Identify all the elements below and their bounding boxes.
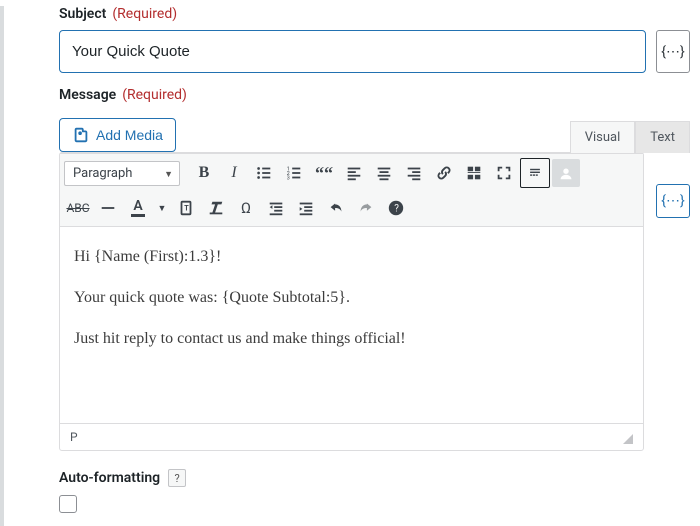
- subject-required: (Required): [112, 6, 177, 22]
- numbered-list-button[interactable]: 123: [280, 159, 308, 187]
- merge-tag-icon: {⋯}: [661, 193, 684, 209]
- rich-text-editor: Paragraph▼ B I 123 ““: [59, 152, 644, 451]
- autoformat-label: Auto-formatting: [59, 470, 160, 486]
- chevron-down-icon: ▼: [164, 169, 173, 180]
- message-paragraph: Your quick quote was: {Quote Subtotal:5}…: [74, 286, 629, 311]
- add-media-button[interactable]: Add Media: [59, 118, 176, 152]
- distraction-free-button[interactable]: [552, 159, 580, 187]
- undo-button[interactable]: [322, 194, 350, 222]
- resize-handle-icon[interactable]: [623, 434, 633, 444]
- tab-visual[interactable]: Visual: [570, 121, 636, 153]
- blockquote-button[interactable]: ““: [310, 159, 338, 187]
- merge-tag-icon: {⋯}: [661, 44, 684, 60]
- toolbar-toggle-button[interactable]: [520, 158, 550, 188]
- read-more-button[interactable]: [460, 159, 488, 187]
- tab-text[interactable]: Text: [635, 121, 690, 153]
- svg-text:3: 3: [287, 175, 290, 181]
- redo-button[interactable]: [352, 194, 380, 222]
- align-left-button[interactable]: [340, 159, 368, 187]
- text-color-button[interactable]: A: [124, 194, 152, 222]
- align-right-button[interactable]: [400, 159, 428, 187]
- message-label: Message (Required): [59, 87, 690, 103]
- paste-text-button[interactable]: T: [172, 194, 200, 222]
- autoformat-checkbox[interactable]: [59, 495, 77, 513]
- italic-button[interactable]: I: [220, 159, 248, 187]
- horizontal-rule-button[interactable]: [94, 194, 122, 222]
- outdent-button[interactable]: [262, 194, 290, 222]
- format-select[interactable]: Paragraph▼: [64, 161, 180, 186]
- element-path[interactable]: P: [70, 430, 78, 444]
- bold-button[interactable]: B: [190, 159, 218, 187]
- bullet-list-button[interactable]: [250, 159, 278, 187]
- subject-input[interactable]: [59, 30, 646, 73]
- clear-formatting-button[interactable]: [202, 194, 230, 222]
- keyboard-help-button[interactable]: ?: [382, 194, 410, 222]
- autoformat-help-button[interactable]: ?: [168, 469, 186, 487]
- color-swatch-icon: [131, 214, 145, 217]
- media-icon: [72, 126, 90, 144]
- editor-content[interactable]: Hi {Name (First):1.3}! Your quick quote …: [60, 227, 643, 423]
- align-center-button[interactable]: [370, 159, 398, 187]
- fullscreen-button[interactable]: [490, 159, 518, 187]
- subject-label: Subject (Required): [59, 6, 690, 22]
- message-required: (Required): [122, 87, 187, 103]
- strikethrough-button[interactable]: ABC: [64, 194, 92, 222]
- message-paragraph: Just hit reply to contact us and make th…: [74, 327, 629, 352]
- svg-text:T: T: [184, 204, 189, 213]
- text-color-caret[interactable]: ▼: [154, 194, 170, 222]
- message-paragraph: Hi {Name (First):1.3}!: [74, 245, 629, 270]
- special-character-button[interactable]: Ω: [232, 194, 260, 222]
- indent-button[interactable]: [292, 194, 320, 222]
- svg-text:?: ?: [394, 204, 399, 215]
- subject-merge-tag-button[interactable]: {⋯}: [656, 30, 690, 73]
- message-merge-tag-button[interactable]: {⋯}: [656, 184, 690, 218]
- editor-toolbar: Paragraph▼ B I 123 ““: [60, 153, 643, 227]
- link-button[interactable]: [430, 159, 458, 187]
